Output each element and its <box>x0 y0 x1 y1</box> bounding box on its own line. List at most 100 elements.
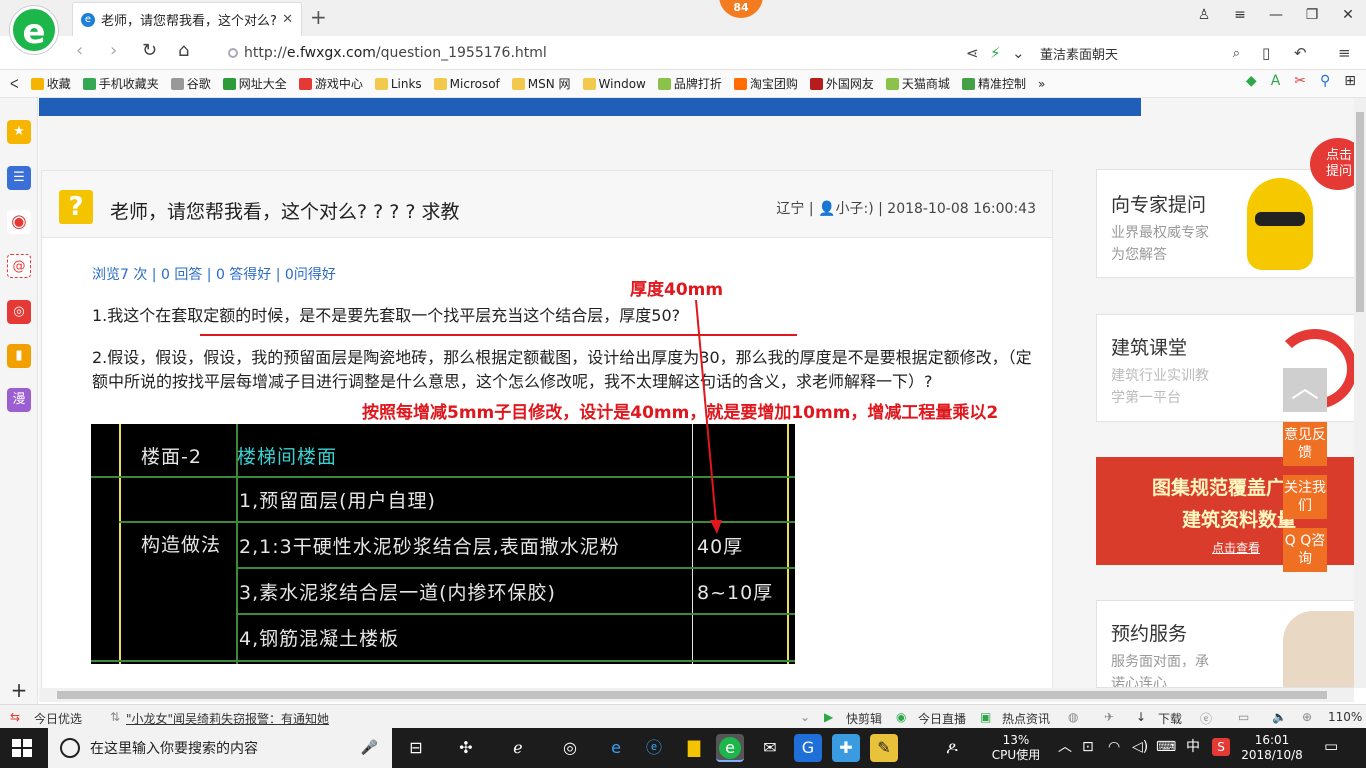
taskbar-search-input[interactable]: 在这里输入你要搜索的内容 🎤 <box>48 728 392 768</box>
bookmark-item[interactable]: 品牌打折 <box>657 75 722 92</box>
ad-booking[interactable]: 预约服务 服务面对面，承 诺心连心 <box>1096 600 1356 688</box>
bookmark-item[interactable]: 淘宝团购 <box>733 75 798 92</box>
question-stats[interactable]: 浏览7 次 | 0 回答 | 0 答得好 | 0问得好 <box>92 264 336 284</box>
pin-icon[interactable]: ✈ <box>1104 710 1114 724</box>
undo-icon[interactable]: ↶ <box>1294 44 1307 62</box>
collapse-icon[interactable]: ᐸ <box>10 77 19 91</box>
tray-chevron-icon[interactable]: ︿ <box>1058 740 1072 755</box>
scroll-thumb[interactable] <box>1356 112 1364 312</box>
bookmark-item[interactable]: Microsof <box>433 77 500 91</box>
new-tab-icon[interactable]: + <box>310 5 327 29</box>
ie-mode-icon[interactable]: ⓔ <box>1200 710 1212 727</box>
volume-icon[interactable]: 🔈 <box>1272 710 1287 724</box>
plus-app-icon[interactable]: ✚ <box>832 734 860 762</box>
book-icon[interactable]: ▮ <box>7 344 31 368</box>
download-label[interactable]: 下载 <box>1158 710 1182 727</box>
bookmark-item[interactable]: 游戏中心 <box>298 75 363 92</box>
question-user[interactable]: 小子:) <box>835 201 873 217</box>
browser-e-icon[interactable]: ℯ <box>504 734 532 762</box>
g-app-icon[interactable]: G <box>794 734 822 762</box>
window-icon[interactable]: ▭ <box>1238 710 1249 724</box>
swirl-app-icon[interactable]: ◎ <box>556 734 584 762</box>
search-icon[interactable]: ⌕ <box>1233 46 1240 61</box>
microphone-icon[interactable]: 🎤 <box>361 740 378 756</box>
zoom-level[interactable]: 110% <box>1328 710 1362 724</box>
apps-grid-icon[interactable]: ⊞ <box>1344 73 1356 89</box>
ime-indicator[interactable]: 中 <box>1186 740 1200 755</box>
feedback-button[interactable]: 意见反馈 <box>1283 422 1327 466</box>
scissors-icon[interactable]: ✂ <box>1294 73 1306 89</box>
url-field[interactable]: http://e.fwxgx.com/question_1955176.html <box>228 42 948 64</box>
shield-icon[interactable]: ◆ <box>1246 73 1257 89</box>
qq-consult-button[interactable]: Q Q咨询 <box>1283 528 1327 572</box>
bookmark-item[interactable]: 外国网友 <box>809 75 874 92</box>
bookmark-item[interactable]: 天猫商城 <box>885 75 950 92</box>
clock[interactable]: 16:01 2018/10/8 <box>1240 733 1304 763</box>
minimize-icon[interactable]: — <box>1258 0 1294 30</box>
cpu-usage[interactable]: 13% CPU使用 <box>988 733 1044 763</box>
zoom-icon[interactable]: ⊕ <box>1302 710 1312 724</box>
bookmark-item[interactable]: 手机收藏夹 <box>82 75 159 92</box>
news-headline[interactable]: "小龙女"闻吴绮莉失窃报警：有通知她 <box>126 710 329 727</box>
active-browser-icon[interactable]: e <box>716 734 744 762</box>
keyboard-icon[interactable]: ⌨ <box>1156 740 1176 755</box>
bookmark-item[interactable]: Window <box>582 77 646 91</box>
shirt-icon[interactable]: ♙ <box>1186 0 1222 30</box>
hot-label[interactable]: 热点资讯 <box>1002 710 1050 727</box>
add-sidebar-icon[interactable]: + <box>7 678 31 702</box>
phone-icon[interactable]: ▯ <box>1262 44 1270 62</box>
wifi-icon[interactable]: ◠ <box>1108 740 1120 755</box>
ie-icon[interactable]: ⓔ <box>640 734 668 762</box>
speed-icon[interactable]: ◍ <box>1068 710 1078 724</box>
menu-icon[interactable]: ≡ <box>1222 0 1258 30</box>
banner-link[interactable]: 点击查看 <box>1212 539 1260 556</box>
weibo-icon[interactable]: ◉ <box>7 210 31 234</box>
bookmark-item[interactable]: 精准控制 <box>961 75 1026 92</box>
game-icon[interactable]: ◎ <box>7 300 31 324</box>
chevron-down-icon[interactable]: ⌄ <box>800 710 810 724</box>
bookmark-item[interactable]: 谷歌 <box>170 75 211 92</box>
news-toggle-icon[interactable]: ⇅ <box>110 710 120 724</box>
more-icon[interactable]: ≡ <box>1338 44 1351 62</box>
bookmark-item[interactable]: 网址大全 <box>222 75 287 92</box>
favorites-star-icon[interactable]: ★ <box>7 120 31 144</box>
pinwheel-app-icon[interactable]: ✣ <box>452 734 480 762</box>
horizontal-scrollbar[interactable] <box>39 688 1354 702</box>
edge-icon[interactable]: e <box>602 734 630 762</box>
refresh-icon[interactable]: ↻ <box>142 40 157 61</box>
comic-icon[interactable]: 漫 <box>7 388 31 412</box>
translate-icon[interactable]: A <box>1271 73 1281 89</box>
notification-badge[interactable]: 84 <box>719 0 763 18</box>
restore-icon[interactable]: ❐ <box>1294 0 1330 30</box>
search-input[interactable]: 董洁素面朝天 ⌕ <box>1040 42 1240 64</box>
follow-button[interactable]: 关注我们 <box>1283 475 1327 519</box>
mail-icon[interactable]: ✉ <box>756 734 784 762</box>
bookmark-item[interactable]: MSN 网 <box>511 75 571 92</box>
close-window-icon[interactable]: ✕ <box>1330 0 1366 30</box>
file-explorer-icon[interactable]: ▇ <box>680 734 708 762</box>
vertical-scrollbar[interactable] <box>1354 98 1366 688</box>
notification-center-icon[interactable]: ▭ <box>1324 739 1338 754</box>
network-icon[interactable]: ⊡ <box>1082 740 1094 755</box>
chevron-down-icon[interactable]: ⌄ <box>1012 44 1025 62</box>
forward-icon[interactable]: › <box>110 40 117 61</box>
speaker-icon[interactable]: ◁) <box>1132 740 1148 755</box>
clip-label[interactable]: 快剪辑 <box>846 710 882 727</box>
browser-logo[interactable]: e <box>10 6 58 54</box>
bookmark-item[interactable]: 收藏 <box>30 75 71 92</box>
cortana-icon[interactable] <box>60 738 80 758</box>
people-icon[interactable]: ዶ <box>940 734 964 762</box>
close-tab-icon[interactable]: ✕ <box>282 12 293 27</box>
back-to-top-button[interactable]: ︿ <box>1283 368 1327 412</box>
back-icon[interactable]: ‹ <box>76 40 83 61</box>
email-icon[interactable]: @ <box>7 254 31 278</box>
lightning-icon[interactable]: ⚡ <box>990 44 1001 62</box>
sogou-icon[interactable]: S <box>1212 738 1230 756</box>
bookmark-item[interactable]: Links <box>374 77 422 91</box>
today-pick-label[interactable]: 今日优选 <box>34 710 82 727</box>
news-icon[interactable]: ☰ <box>7 166 31 190</box>
browser-tab[interactable]: e 老师，请您帮我看，这个对么? ? ? 求教 ✕ <box>72 2 302 36</box>
scroll-thumb[interactable] <box>57 691 1327 699</box>
share-icon[interactable]: ⋖ <box>966 44 979 62</box>
ad-ask-expert[interactable]: 向专家提问 业界最权威专家 为您解答 <box>1096 169 1356 278</box>
